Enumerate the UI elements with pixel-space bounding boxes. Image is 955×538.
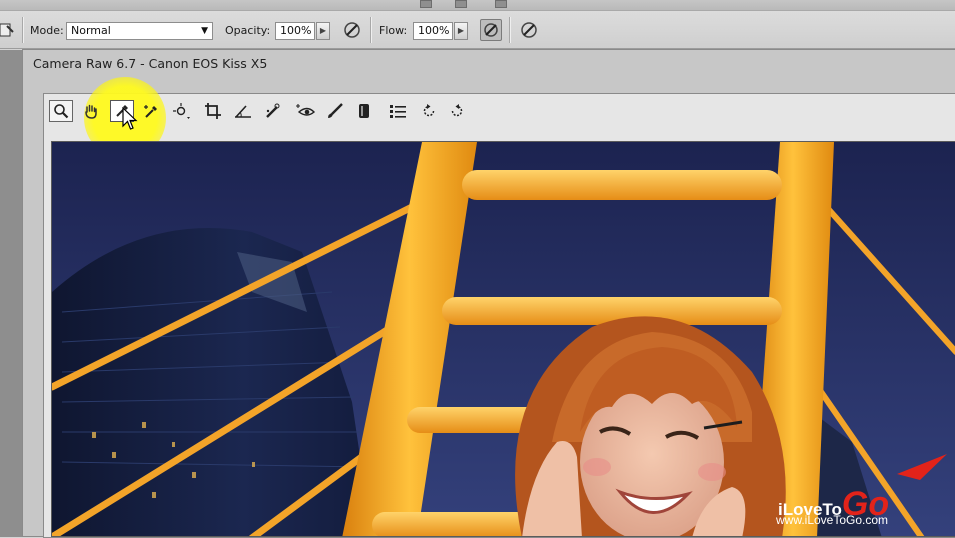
- preferences-button[interactable]: [386, 100, 410, 122]
- tablet-pressure-opacity-icon[interactable]: [341, 19, 363, 41]
- mode-label: Mode:: [30, 24, 64, 37]
- sampler-eyedropper-icon: [144, 105, 157, 118]
- spot-removal-icon: [266, 103, 280, 118]
- rotate-cw-icon: [451, 104, 463, 117]
- separator: [509, 17, 511, 43]
- graduated-filter-icon: [359, 104, 369, 118]
- rotate-ccw-icon: [423, 104, 435, 117]
- menu-icon[interactable]: [455, 0, 467, 8]
- mode-dropdown[interactable]: Normal ▼: [66, 22, 213, 40]
- separator: [370, 17, 372, 43]
- target-adjust-icon: [173, 103, 190, 119]
- opacity-input[interactable]: 100%: [275, 22, 315, 40]
- magnifier-icon: [54, 104, 69, 119]
- flow-slider-button[interactable]: ▶: [454, 22, 468, 40]
- red-eye-removal-tool[interactable]: [293, 100, 317, 122]
- photo-preview[interactable]: [51, 141, 955, 537]
- graduated-filter-tool[interactable]: [352, 100, 376, 122]
- brush-icon: [328, 103, 343, 118]
- rotate-left-button[interactable]: [417, 100, 441, 122]
- options-bar: Mode: Normal ▼ Opacity: 100% ▶ Flow: 100…: [0, 11, 955, 49]
- flow-input[interactable]: 100%: [413, 22, 453, 40]
- chevron-down-icon: ▼: [201, 26, 208, 36]
- rotate-right-button[interactable]: [445, 100, 469, 122]
- list-icon: [390, 105, 406, 118]
- mouse-cursor-icon: [122, 107, 138, 130]
- watermark-url: www.iLoveToGo.com: [776, 513, 889, 527]
- color-sampler-tool[interactable]: [139, 100, 163, 122]
- preview-image: [52, 142, 955, 536]
- straighten-icon: [235, 105, 251, 118]
- separator: [22, 17, 24, 43]
- window-title: Camera Raw 6.7 - Canon EOS Kiss X5: [33, 56, 268, 71]
- airbrush-icon[interactable]: [480, 19, 502, 41]
- zoom-tool[interactable]: [49, 100, 73, 122]
- spot-removal-tool[interactable]: [261, 100, 285, 122]
- crop-tool[interactable]: [201, 100, 225, 122]
- hand-tool[interactable]: [79, 100, 103, 122]
- adjustment-brush-tool[interactable]: [323, 100, 347, 122]
- tool-preset-icon[interactable]: [0, 19, 18, 41]
- opacity-label: Opacity:: [225, 24, 271, 37]
- workspace-background: [0, 50, 22, 537]
- menu-icon[interactable]: [420, 0, 432, 8]
- top-strip: [0, 0, 955, 11]
- targeted-adjustment-tool[interactable]: [169, 100, 193, 122]
- tablet-pressure-size-icon[interactable]: [518, 19, 540, 41]
- mode-value: Normal: [71, 24, 111, 37]
- crop-icon: [205, 103, 221, 119]
- opacity-slider-button[interactable]: ▶: [316, 22, 330, 40]
- flow-label: Flow:: [379, 24, 408, 37]
- hand-icon: [85, 104, 97, 119]
- red-eye-icon: [296, 104, 315, 116]
- straighten-tool[interactable]: [231, 100, 255, 122]
- menu-icon[interactable]: [495, 0, 507, 8]
